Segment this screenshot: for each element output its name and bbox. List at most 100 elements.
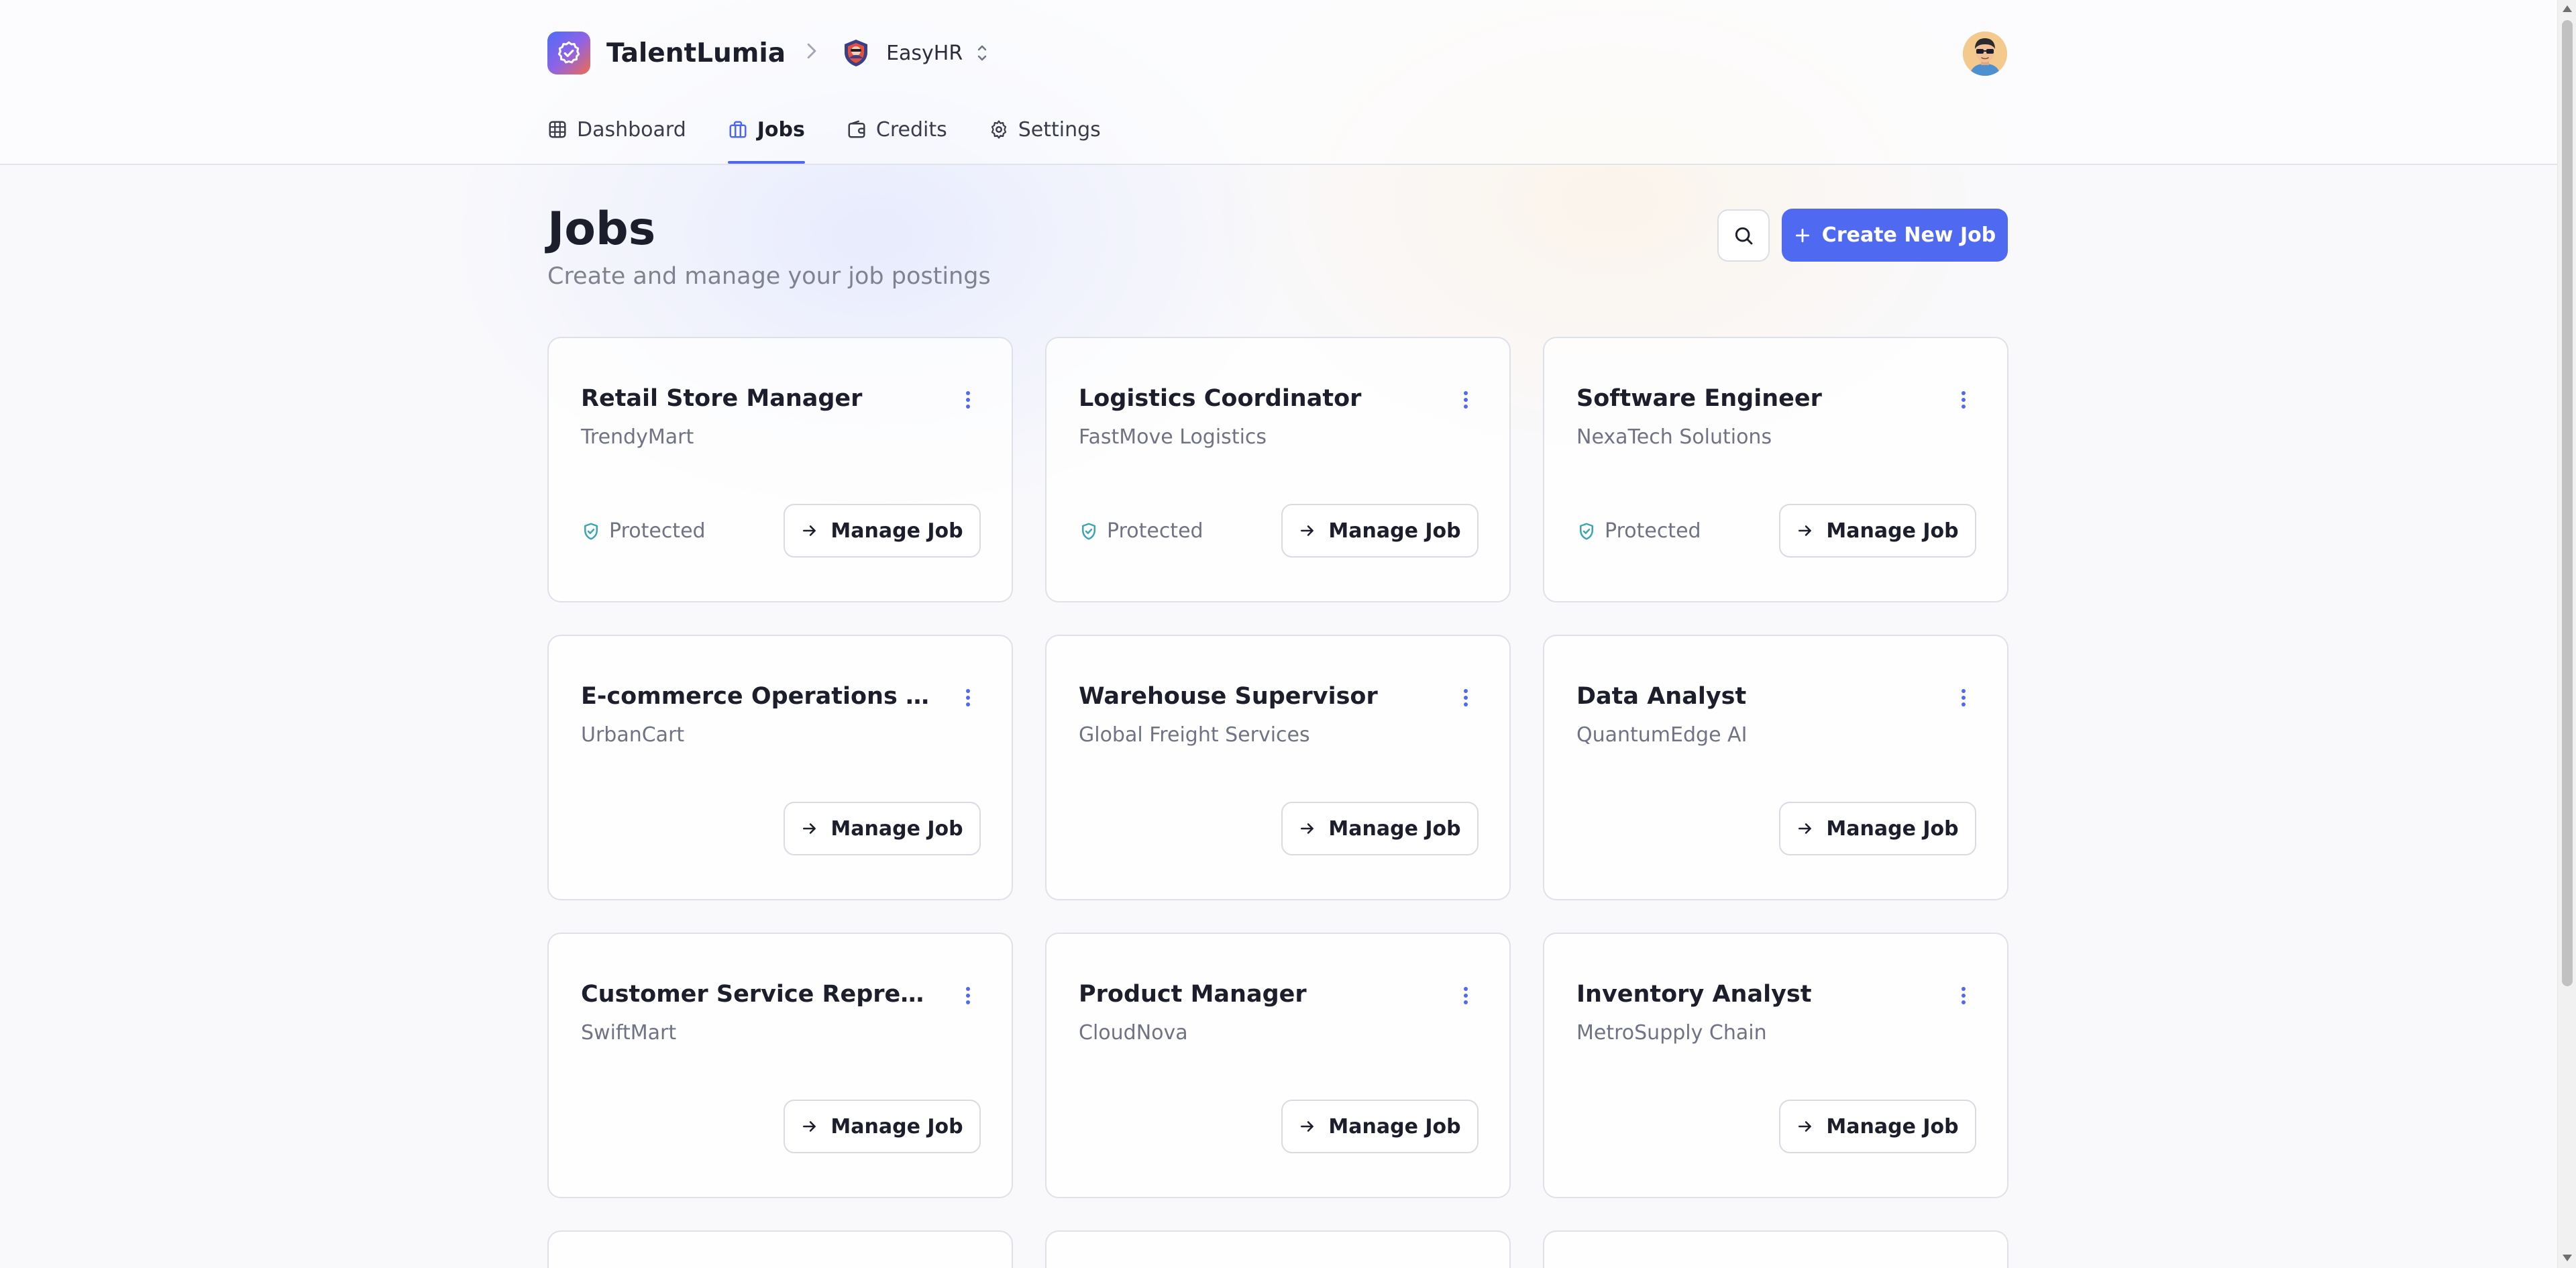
scroll-up-arrow-icon[interactable] <box>2563 5 2572 12</box>
briefcase-icon <box>729 121 747 138</box>
job-menu-button[interactable] <box>1953 982 1974 1009</box>
tab-jobs[interactable]: Jobs <box>727 115 805 164</box>
main-nav: Dashboard Jobs Credits Settings <box>547 115 1142 165</box>
arrow-right-icon <box>803 1121 816 1132</box>
job-card[interactable]: Customer Service Representa… SwiftMart Man… <box>547 933 1013 1198</box>
arrow-right-icon <box>803 823 816 834</box>
manage-job-button[interactable]: Manage Job <box>784 802 981 855</box>
job-card[interactable]: Warehouse Supervisor Global Freight Servi… <box>1045 635 1511 900</box>
manage-job-label: Manage Job <box>1826 519 1959 543</box>
protected-badge: Protected <box>1576 519 1701 543</box>
job-title: E-commerce Operations Spec… <box>581 683 930 710</box>
arrow-right-icon <box>1301 1121 1314 1132</box>
arrow-right-icon <box>1799 823 1812 834</box>
protected-label: Protected <box>609 519 706 543</box>
arrow-right-icon <box>803 525 816 536</box>
shield-check-icon <box>584 523 598 539</box>
job-card[interactable]: Inventory Analyst MetroSupply Chain Manage… <box>1543 933 2008 1198</box>
chevron-right-icon <box>806 42 818 65</box>
job-menu-button[interactable] <box>1953 684 1974 711</box>
page-subtitle: Create and manage your job postings <box>547 263 991 290</box>
arrow-right-icon <box>1301 525 1314 536</box>
breadcrumb: TalentLumia EasyHR <box>547 32 989 74</box>
brand-name[interactable]: TalentLumia <box>606 38 786 68</box>
plus-icon <box>1795 228 1809 242</box>
job-menu-button[interactable] <box>1456 386 1476 413</box>
more-vertical-icon <box>1464 391 1468 409</box>
tab-credits-label: Credits <box>875 118 947 142</box>
job-company: Global Freight Services <box>1079 723 1310 747</box>
more-vertical-icon <box>1464 689 1468 706</box>
manage-job-button[interactable]: Manage Job <box>784 1100 981 1153</box>
more-vertical-icon <box>1962 689 1966 706</box>
job-card-partial[interactable] <box>547 1230 1013 1268</box>
org-switcher-label[interactable]: EasyHR <box>886 42 963 65</box>
job-company: TrendyMart <box>581 425 694 449</box>
job-card[interactable]: Product Manager CloudNova Manage Job <box>1045 933 1511 1198</box>
job-menu-button[interactable] <box>958 684 978 711</box>
job-company: NexaTech Solutions <box>1576 425 1772 449</box>
more-vertical-icon <box>966 689 970 706</box>
manage-job-label: Manage Job <box>1328 816 1461 841</box>
grid-icon <box>549 121 566 138</box>
manage-job-button[interactable]: Manage Job <box>1779 504 1976 558</box>
job-menu-button[interactable] <box>1953 386 1974 413</box>
job-company: FastMove Logistics <box>1079 425 1267 449</box>
job-menu-button[interactable] <box>1456 684 1476 711</box>
manage-job-label: Manage Job <box>1328 519 1461 543</box>
job-company: CloudNova <box>1079 1021 1188 1045</box>
job-title: Logistics Coordinator <box>1079 385 1362 412</box>
job-card[interactable]: Software Engineer NexaTech Solutions Prote… <box>1543 337 2008 602</box>
manage-job-label: Manage Job <box>830 1114 963 1139</box>
chevron-up-down-icon[interactable] <box>975 43 989 63</box>
job-menu-button[interactable] <box>958 386 978 413</box>
scroll-down-arrow-icon[interactable] <box>2563 1255 2572 1261</box>
tab-dashboard[interactable]: Dashboard <box>547 115 686 164</box>
page-title: Jobs <box>547 203 656 256</box>
top-header: TalentLumia EasyHR Dashboard Jobs Credit… <box>0 0 2557 165</box>
search-button[interactable] <box>1717 209 1770 262</box>
talentlumia-logo-icon[interactable] <box>547 32 590 74</box>
tab-jobs-label: Jobs <box>757 118 805 142</box>
job-title: Software Engineer <box>1576 385 1822 412</box>
user-avatar[interactable] <box>1963 32 2007 76</box>
job-company: UrbanCart <box>581 723 685 747</box>
tab-credits[interactable]: Credits <box>847 115 947 164</box>
vertical-scrollbar[interactable] <box>2557 0 2576 1268</box>
job-card-partial[interactable] <box>1543 1230 2008 1268</box>
shield-check-icon <box>1082 523 1095 539</box>
manage-job-button[interactable]: Manage Job <box>784 504 981 558</box>
job-menu-button[interactable] <box>958 982 978 1009</box>
job-card-partial[interactable] <box>1045 1230 1511 1268</box>
search-icon <box>1735 227 1753 245</box>
job-company: MetroSupply Chain <box>1576 1021 1767 1045</box>
arrow-right-icon <box>1799 1121 1812 1132</box>
job-card[interactable]: Logistics Coordinator FastMove Logistics P… <box>1045 337 1511 602</box>
manage-job-button[interactable]: Manage Job <box>1281 504 1479 558</box>
manage-job-button[interactable]: Manage Job <box>1779 802 1976 855</box>
shield-check-icon <box>1580 523 1593 539</box>
more-vertical-icon <box>1962 987 1966 1004</box>
gear-icon <box>991 120 1006 139</box>
scrollbar-thumb[interactable] <box>2562 20 2573 986</box>
arrow-right-icon <box>1301 823 1314 834</box>
manage-job-label: Manage Job <box>1328 1114 1461 1139</box>
manage-job-button[interactable]: Manage Job <box>1779 1100 1976 1153</box>
protected-label: Protected <box>1605 519 1701 543</box>
create-new-job-button[interactable]: Create New Job <box>1782 209 2008 262</box>
job-title: Product Manager <box>1079 981 1307 1008</box>
tab-settings[interactable]: Settings <box>989 115 1101 164</box>
more-vertical-icon <box>966 987 970 1004</box>
job-card[interactable]: Data Analyst QuantumEdge AI Manage Job <box>1543 635 2008 900</box>
arrow-right-icon <box>1799 525 1812 536</box>
job-title: Retail Store Manager <box>581 385 863 412</box>
protected-badge: Protected <box>1079 519 1203 543</box>
job-card[interactable]: E-commerce Operations Spec… UrbanCart Mana… <box>547 635 1013 900</box>
org-avatar-icon[interactable] <box>841 38 871 68</box>
job-menu-button[interactable] <box>1456 982 1476 1009</box>
job-card[interactable]: Retail Store Manager TrendyMart Protected M… <box>547 337 1013 602</box>
manage-job-button[interactable]: Manage Job <box>1281 802 1479 855</box>
manage-job-button[interactable]: Manage Job <box>1281 1100 1479 1153</box>
manage-job-label: Manage Job <box>830 816 963 841</box>
wallet-icon <box>848 120 865 138</box>
